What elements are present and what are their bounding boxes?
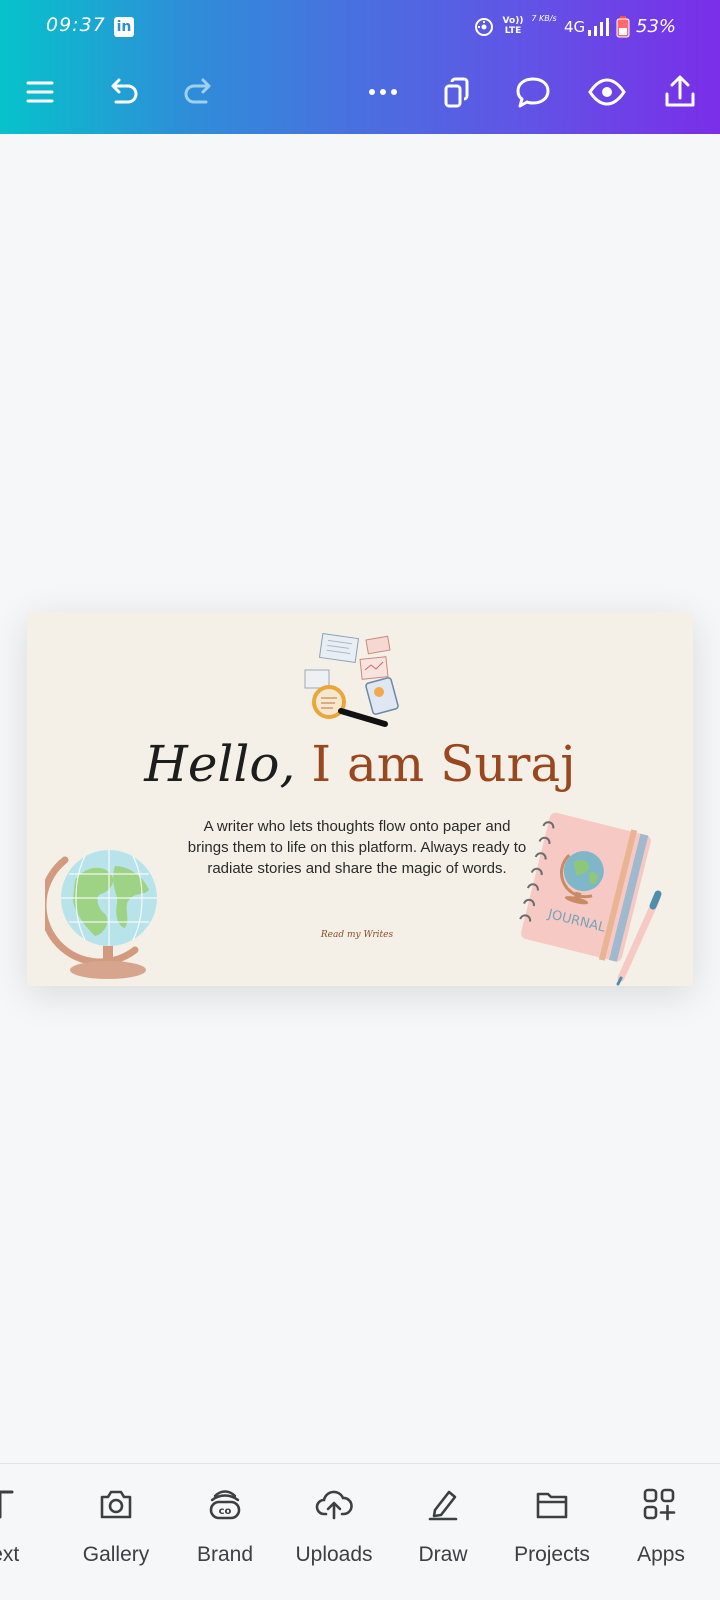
- top-bar: 09:37 in Vo)) LTE 7 KB/s 4G 53%: [0, 0, 720, 134]
- pen-icon: [428, 1490, 458, 1521]
- apps-icon: [643, 1488, 676, 1521]
- bio-text[interactable]: A writer who lets thoughts flow onto pap…: [182, 816, 532, 879]
- undo-icon[interactable]: [102, 72, 142, 112]
- hotspot-icon: [475, 18, 493, 36]
- text-icon: [0, 1490, 14, 1519]
- headline-name: I am Suraj: [311, 735, 576, 793]
- pages-icon[interactable]: [438, 72, 478, 112]
- speed-indicator: 7 KB/s: [531, 14, 557, 23]
- headline-hello: Hello,: [144, 735, 296, 793]
- network-type: 4G: [564, 18, 586, 36]
- comment-icon[interactable]: [513, 72, 553, 112]
- globe-illustration[interactable]: [45, 830, 165, 986]
- status-time: 09:37: [46, 14, 106, 36]
- magnifier-papers-illustration[interactable]: [303, 632, 423, 732]
- nav-label-apps: Apps: [637, 1543, 685, 1566]
- bottom-navigation: Text Gallery co Brand Uploads Draw: [0, 1463, 720, 1600]
- menu-icon[interactable]: [20, 72, 60, 112]
- preview-icon[interactable]: [587, 72, 627, 112]
- share-icon[interactable]: [660, 72, 700, 112]
- journal-illustration[interactable]: JOURNAL: [507, 800, 677, 986]
- more-icon[interactable]: [363, 72, 403, 112]
- read-my-writes-link[interactable]: Read my Writes: [257, 930, 457, 940]
- linkedin-icon: in: [114, 17, 134, 37]
- volte-indicator: Vo)) LTE: [502, 16, 524, 36]
- battery-percent: 53%: [636, 16, 677, 37]
- camera-icon: [100, 1490, 132, 1519]
- status-indicators: Vo)) LTE 7 KB/s 4G 53%: [474, 14, 714, 40]
- design-canvas[interactable]: Hello, I am Suraj A writer who lets thou…: [27, 612, 693, 986]
- battery-icon: [616, 16, 630, 38]
- headline[interactable]: Hello, I am Suraj: [27, 734, 693, 794]
- folder-icon: [536, 1492, 568, 1519]
- redo-icon[interactable]: [180, 72, 220, 112]
- brand-icon: co: [209, 1490, 241, 1520]
- nav-apps[interactable]: Apps: [591, 1464, 720, 1600]
- signal-icon: [588, 18, 609, 36]
- svg-text:co: co: [219, 1506, 232, 1517]
- upload-cloud-icon: [315, 1490, 353, 1520]
